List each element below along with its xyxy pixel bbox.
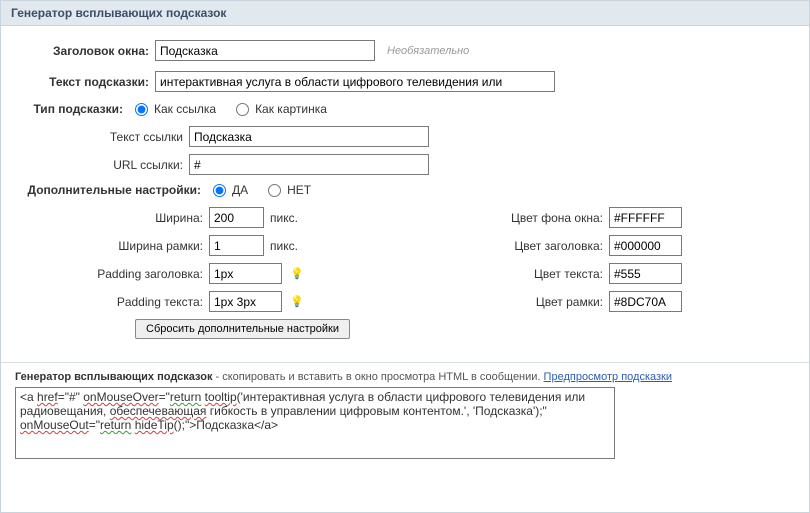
code-output[interactable]: <a href="#" onMouseOver="return tooltip(…: [15, 387, 615, 459]
window-title-input[interactable]: [155, 40, 375, 61]
tip-type-link-label: Как ссылка: [154, 102, 216, 116]
width-label: Ширина:: [19, 211, 209, 225]
width-input[interactable]: [209, 207, 264, 228]
extra-yes-label: ДА: [232, 183, 248, 197]
link-url-label: URL ссылки:: [19, 158, 189, 172]
tip-type-link-radio[interactable]: [135, 103, 148, 116]
optional-hint: Необязательно: [387, 45, 469, 57]
bulb-icon[interactable]: 💡: [290, 295, 304, 309]
panel-title: Генератор всплывающих подсказок: [1, 1, 809, 26]
padding-header-label: Padding заголовка:: [19, 267, 209, 281]
tip-type-image-label: Как картинка: [255, 102, 327, 116]
reset-button[interactable]: Сбросить дополнительные настройки: [135, 319, 350, 339]
link-url-input[interactable]: [189, 154, 429, 175]
padding-header-input[interactable]: [209, 263, 282, 284]
extra-yes-radio[interactable]: [213, 184, 226, 197]
text-color-input[interactable]: [609, 263, 682, 284]
link-text-input[interactable]: [189, 126, 429, 147]
padding-text-label: Padding текста:: [19, 295, 209, 309]
form-area: Заголовок окна: Необязательно Текст подс…: [1, 26, 809, 354]
padding-text-input[interactable]: [209, 291, 282, 312]
extra-no-label: НЕТ: [287, 183, 311, 197]
generator-panel: Генератор всплывающих подсказок Заголово…: [0, 0, 810, 513]
width-units: пикс.: [270, 211, 298, 225]
tip-type-label: Тип подсказки:: [19, 102, 129, 116]
border-width-input[interactable]: [209, 235, 264, 256]
header-color-input[interactable]: [609, 235, 682, 256]
text-color-label: Цвет текста:: [439, 267, 609, 281]
divider: [1, 362, 809, 363]
link-text-label: Текст ссылки: [19, 130, 189, 144]
output-description: Генератор всплывающих подсказок - скопир…: [15, 371, 809, 383]
extra-settings-label: Дополнительные настройки:: [19, 183, 207, 197]
extra-no-radio[interactable]: [268, 184, 281, 197]
border-color-label: Цвет рамки:: [439, 295, 609, 309]
border-width-units: пикс.: [270, 239, 298, 253]
tooltip-text-label: Текст подсказки:: [19, 75, 155, 89]
preview-link[interactable]: Предпросмотр подсказки: [544, 371, 672, 383]
window-title-label: Заголовок окна:: [19, 44, 155, 58]
border-color-input[interactable]: [609, 291, 682, 312]
output-title: Генератор всплывающих подсказок: [15, 371, 212, 383]
header-color-label: Цвет заголовка:: [439, 239, 609, 253]
border-width-label: Ширина рамки:: [19, 239, 209, 253]
tip-type-image-radio[interactable]: [236, 103, 249, 116]
bg-color-label: Цвет фона окна:: [439, 211, 609, 225]
tooltip-text-input[interactable]: [155, 71, 555, 92]
bulb-icon[interactable]: 💡: [290, 267, 304, 281]
bg-color-input[interactable]: [609, 207, 682, 228]
